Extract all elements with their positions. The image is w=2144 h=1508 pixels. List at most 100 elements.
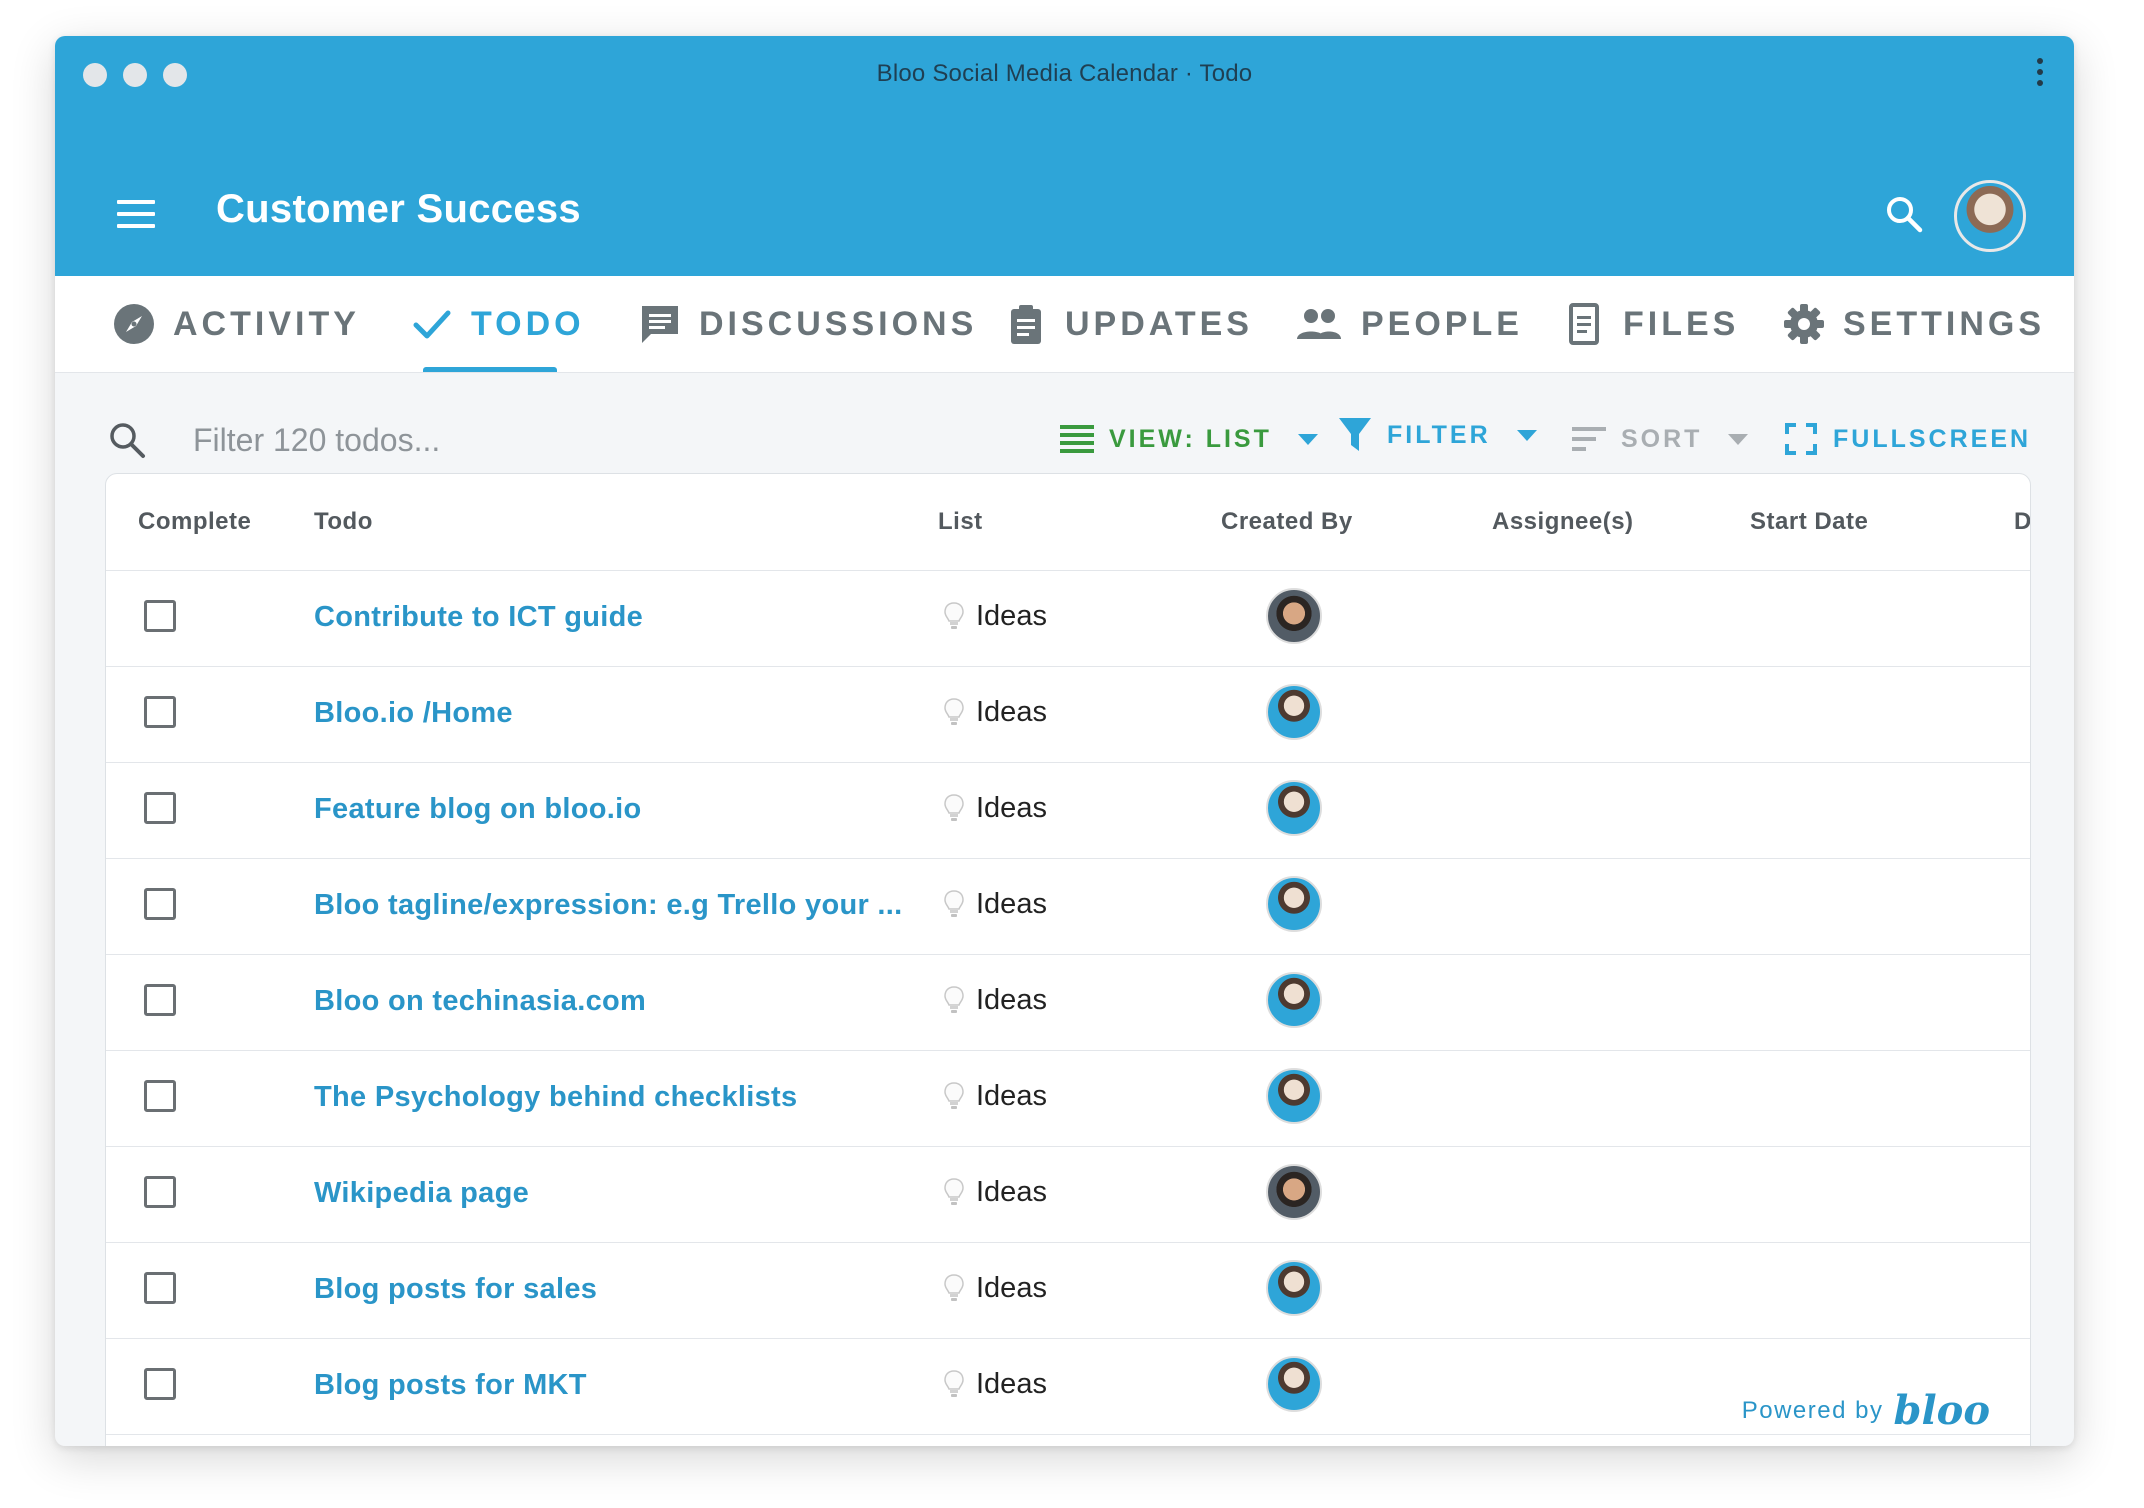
creator-avatar <box>1266 684 1322 740</box>
table-row: Bloo.io /Home Ideas <box>106 666 2030 763</box>
filter-button[interactable]: FILTER <box>1337 412 1537 458</box>
lightbulb-icon <box>944 985 964 1015</box>
complete-checkbox[interactable] <box>144 600 176 632</box>
lightbulb-icon <box>944 889 964 919</box>
lightbulb-icon <box>944 1081 964 1111</box>
sort-label: SORT <box>1621 424 1703 453</box>
powered-by-label: Powered by <box>1741 1396 1884 1424</box>
column-header-start-date[interactable]: Start Date <box>1750 508 1868 536</box>
tab-label: DISCUSSIONS <box>699 304 978 343</box>
tab-todo[interactable]: TODO <box>411 276 585 372</box>
complete-checkbox[interactable] <box>144 1368 176 1400</box>
todo-title-link[interactable]: Wikipedia page <box>314 1177 529 1210</box>
fullscreen-label: FULLSCREEN <box>1833 424 2032 453</box>
tab-discussions[interactable]: DISCUSSIONS <box>639 276 977 372</box>
search-icon[interactable] <box>1884 194 1924 234</box>
list-name: Ideas <box>976 792 1047 824</box>
complete-checkbox[interactable] <box>144 792 176 824</box>
creator-avatar <box>1266 876 1322 932</box>
creator-avatar <box>1266 588 1322 644</box>
list-view-icon <box>1059 421 1095 457</box>
table-row: Wikipedia page Ideas <box>106 1146 2030 1243</box>
list-name: Ideas <box>976 1368 1047 1400</box>
complete-checkbox[interactable] <box>144 1176 176 1208</box>
list-name: Ideas <box>976 600 1047 632</box>
window-title: Bloo Social Media Calendar · Todo <box>876 60 1253 87</box>
todo-title-link[interactable]: Blog posts for MKT <box>314 1369 587 1402</box>
user-avatar[interactable] <box>1954 180 2026 252</box>
creator-avatar <box>1266 780 1322 836</box>
search-icon <box>107 420 147 460</box>
hamburger-menu-icon[interactable] <box>117 200 155 228</box>
tab-people[interactable]: PEOPLE <box>1295 276 1523 372</box>
compass-icon <box>113 303 155 345</box>
lightbulb-icon <box>944 793 964 823</box>
column-header-due-date[interactable]: D <box>2014 508 2030 536</box>
table-header: Complete Todo List Created By Assignee(s… <box>106 474 2030 571</box>
column-header-list[interactable]: List <box>938 508 983 536</box>
tab-label: FILES <box>1623 304 1740 343</box>
file-icon <box>1563 303 1605 345</box>
lightbulb-icon <box>944 601 964 631</box>
column-header-todo[interactable]: Todo <box>314 508 373 536</box>
view-list-button[interactable]: VIEW: LIST <box>1059 416 1318 462</box>
chevron-down-icon <box>1728 433 1749 445</box>
tab-settings[interactable]: SETTINGS <box>1783 276 2045 372</box>
tab-label: ACTIVITY <box>173 304 360 343</box>
column-header-complete[interactable]: Complete <box>138 508 251 536</box>
todo-title-link[interactable]: Bloo on techinasia.com <box>314 985 646 1018</box>
filter-todos-input[interactable] <box>191 414 895 466</box>
complete-checkbox[interactable] <box>144 696 176 728</box>
tab-updates[interactable]: UPDATES <box>1005 276 1253 372</box>
check-icon <box>411 303 453 345</box>
funnel-icon <box>1337 417 1373 453</box>
table-row: The Psychology behind checklists Ideas <box>106 1050 2030 1147</box>
todo-title-link[interactable]: Blog posts for sales <box>314 1273 597 1306</box>
window-titlebar: Bloo Social Media Calendar · Todo <box>55 36 2074 112</box>
column-header-assignees[interactable]: Assignee(s) <box>1492 508 1634 536</box>
filter-label: FILTER <box>1387 420 1491 449</box>
fullscreen-button[interactable]: FULLSCREEN <box>1783 416 2031 462</box>
creator-avatar <box>1266 1260 1322 1316</box>
todo-title-link[interactable]: Contribute to ICT guide <box>314 601 643 634</box>
tab-label: TODO <box>471 304 585 343</box>
chevron-down-icon <box>1297 433 1318 445</box>
lightbulb-icon <box>944 697 964 727</box>
list-name: Ideas <box>976 1176 1047 1208</box>
complete-checkbox[interactable] <box>144 1080 176 1112</box>
complete-checkbox[interactable] <box>144 1272 176 1304</box>
complete-checkbox[interactable] <box>144 888 176 920</box>
table-row: Contribute to ICT guide Ideas <box>106 570 2030 667</box>
todo-title-link[interactable]: The Psychology behind checklists <box>314 1081 797 1114</box>
tab-files[interactable]: FILES <box>1563 276 1739 372</box>
table-row: Feature blog on bloo.io Ideas <box>106 762 2030 859</box>
list-name: Ideas <box>976 984 1047 1016</box>
sort-icon <box>1571 421 1607 457</box>
lightbulb-icon <box>944 1273 964 1303</box>
chat-icon <box>639 303 681 345</box>
bloo-logo: bloo <box>1893 1387 1990 1434</box>
list-name: Ideas <box>976 1080 1047 1112</box>
todo-title-link[interactable]: Feature blog on bloo.io <box>314 793 642 826</box>
tab-activity[interactable]: ACTIVITY <box>113 276 360 372</box>
gear-icon <box>1783 303 1825 345</box>
table-row: Bloo on techinasia.com Ideas <box>106 954 2030 1051</box>
sort-button[interactable]: SORT <box>1571 416 1749 462</box>
lightbulb-icon <box>944 1177 964 1207</box>
complete-checkbox[interactable] <box>144 984 176 1016</box>
todo-title-link[interactable]: Bloo tagline/expression: e.g Trello your… <box>314 889 902 922</box>
tab-label: PEOPLE <box>1361 304 1523 343</box>
clipboard-icon <box>1005 303 1047 345</box>
chevron-down-icon <box>1516 429 1537 441</box>
fullscreen-icon <box>1783 421 1819 457</box>
people-icon <box>1295 303 1343 345</box>
page-title: Customer Success <box>216 187 581 231</box>
creator-avatar <box>1266 972 1322 1028</box>
todo-title-link[interactable]: Bloo.io /Home <box>314 697 513 730</box>
creator-avatar <box>1266 1356 1322 1412</box>
powered-by-bloo[interactable]: Powered by bloo <box>1742 1387 1990 1434</box>
column-header-created-by[interactable]: Created By <box>1221 508 1353 536</box>
creator-avatar <box>1266 1164 1322 1220</box>
more-menu-icon[interactable] <box>2036 58 2044 92</box>
list-name: Ideas <box>976 1272 1047 1304</box>
